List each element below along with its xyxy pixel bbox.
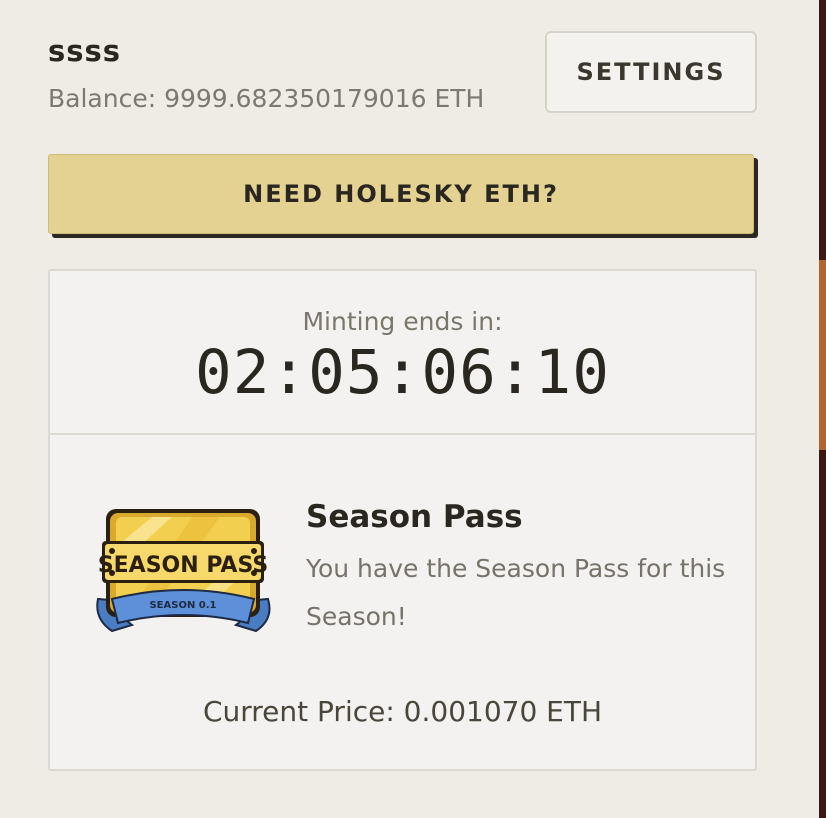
minting-ends-label: Minting ends in: — [302, 307, 503, 336]
season-pass-title: Season Pass — [306, 499, 523, 535]
mint-countdown: 02:05:06:10 — [195, 337, 610, 408]
eth-balance: Balance: 9999.682350179016 ETH — [48, 84, 485, 113]
username: ssss — [48, 34, 122, 68]
season-pass-icon-subtext: SEASON 0.1 — [149, 600, 216, 611]
settings-button[interactable]: SETTINGS — [545, 31, 757, 113]
season-pass-ticket-icon: SEASON PASS SEASON 0.1 — [96, 509, 271, 633]
mint-card: Minting ends in: 02:05:06:10 SEASON PASS… — [48, 269, 757, 771]
card-divider — [50, 433, 755, 435]
season-pass-icon-text: SEASON PASS — [98, 553, 268, 578]
page-edge-accent — [819, 260, 826, 450]
season-pass-description: You have the Season Pass for this Season… — [306, 554, 726, 631]
current-price: Current Price: 0.001070 ETH — [202, 695, 603, 728]
page-edge-strip — [819, 0, 826, 818]
need-holesky-eth-button[interactable]: NEED HOLESKY ETH? — [48, 154, 754, 234]
